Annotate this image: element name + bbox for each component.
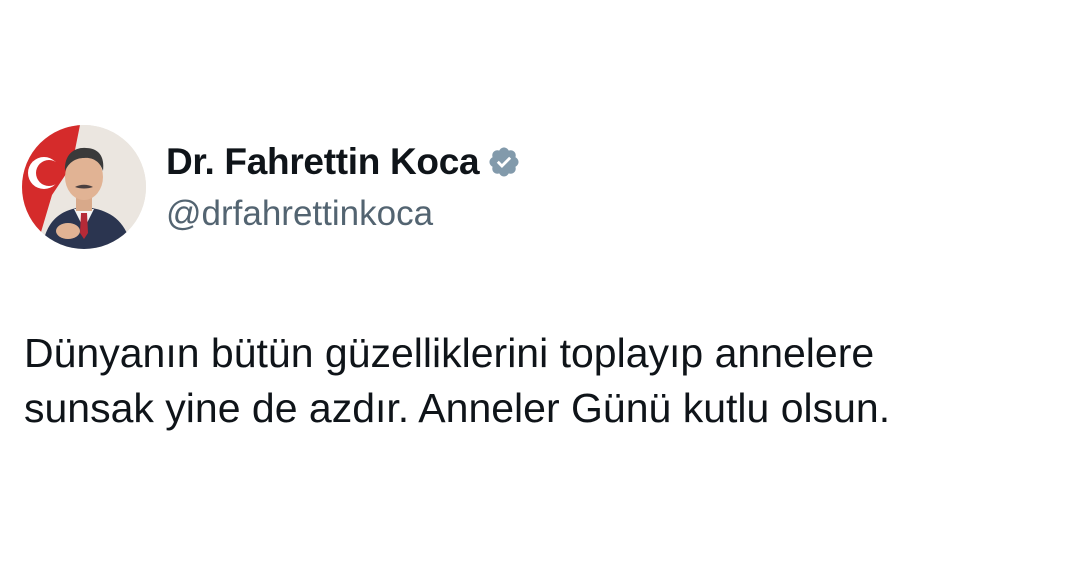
avatar-image <box>22 125 146 249</box>
tweet-text-line: Dünyanın bütün güzelliklerini toplayıp a… <box>24 330 875 376</box>
tweet-text: Dünyanın bütün güzelliklerini toplayıp a… <box>24 326 1054 436</box>
author-display-name[interactable]: Dr. Fahrettin Koca <box>166 140 480 184</box>
author-name-row: Dr. Fahrettin Koca <box>166 140 521 184</box>
verified-badge-icon <box>487 145 521 179</box>
author-handle[interactable]: @drfahrettinkoca <box>166 193 433 235</box>
tweet-card: Dr. Fahrettin Koca @drfahrettinkoca Düny… <box>0 0 1080 565</box>
avatar[interactable] <box>22 125 146 249</box>
tweet-text-line: sunsak yine de azdır. Anneler Günü kutlu… <box>24 385 891 431</box>
